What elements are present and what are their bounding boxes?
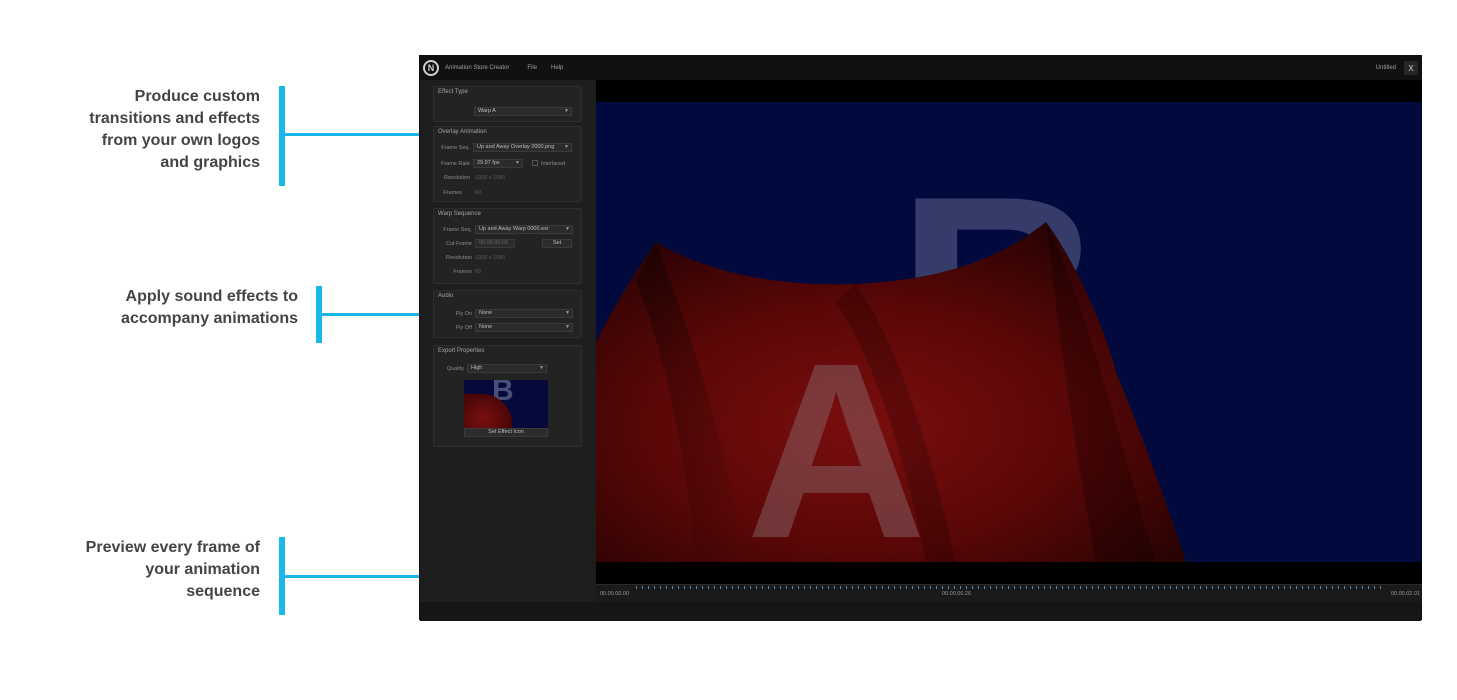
- frames-value: 60: [475, 190, 482, 196]
- app-window: N Animation Store Creator File Help Unti…: [419, 55, 1422, 621]
- resolution-value: 1920 x 1080: [475, 255, 506, 261]
- frame-rate-select[interactable]: 29.97 fps ▼: [473, 159, 523, 168]
- cut-frame-input[interactable]: 00.00.00.01: [475, 239, 515, 248]
- cut-frame-label: Cut Frame: [446, 241, 472, 247]
- frame-seq-label: Frame Seq.: [441, 145, 470, 151]
- panel-title: Warp Sequence: [438, 211, 481, 217]
- chevron-down-icon: ▼: [564, 144, 569, 150]
- effect-icon-thumbnail: B: [464, 380, 548, 428]
- properties-sidebar: Effect Type Warp A ▼ Overlay Animation F…: [420, 80, 595, 602]
- cloth-graphic: [596, 222, 1186, 562]
- callout-bar: [279, 86, 285, 186]
- timeline-ticks: [636, 586, 1382, 589]
- fly-on-label: Fly On: [455, 311, 472, 317]
- effect-type-select[interactable]: Warp A ▼: [474, 107, 572, 116]
- panel-title: Effect Type: [438, 89, 468, 95]
- frames-label: Frames: [453, 269, 472, 275]
- panel-title: Overlay Animation: [438, 129, 487, 135]
- callout-sound-effects: Apply sound effects to accompany animati…: [121, 288, 298, 327]
- app-logo-icon: N: [423, 60, 439, 76]
- fly-on-select[interactable]: None ▼: [475, 309, 573, 318]
- set-cut-frame-button[interactable]: Set: [542, 239, 572, 248]
- app-title: Animation Store Creator: [445, 65, 510, 71]
- interlaced-checkbox[interactable]: [532, 160, 538, 166]
- title-bar: N Animation Store Creator File Help Unti…: [420, 56, 1421, 80]
- resolution-label: Resolution: [444, 175, 470, 181]
- document-title: Untitled: [1375, 65, 1396, 71]
- effect-type-panel: Effect Type Warp A ▼: [433, 86, 582, 122]
- overlay-frame-seq-select[interactable]: Up and Away Overlay 0000.png ▼: [473, 143, 572, 152]
- warp-sequence-panel: Warp Sequence Frame Seq. Up and Away War…: [433, 208, 582, 284]
- frames-value: 60: [475, 269, 482, 275]
- warp-frame-seq-select[interactable]: Up and Away Warp 0000.exr ▼: [475, 225, 573, 234]
- overlay-animation-panel: Overlay Animation Frame Seq. Up and Away…: [433, 126, 582, 202]
- timeline-start-time: 00.00.00.00: [600, 591, 630, 597]
- chevron-down-icon: ▼: [515, 160, 520, 166]
- quality-select[interactable]: High ▼: [467, 364, 547, 373]
- timeline-end-time: 00.00.02.01: [1390, 591, 1420, 597]
- quality-label: Quality: [446, 366, 464, 372]
- close-button[interactable]: X: [1404, 61, 1418, 75]
- chevron-down-icon: ▼: [564, 108, 569, 114]
- fly-off-select[interactable]: None ▼: [475, 323, 573, 332]
- set-effect-icon-button[interactable]: Set Effect Icon: [464, 428, 548, 437]
- fly-off-label: Fly Off: [455, 325, 472, 331]
- export-properties-panel: Export Properties Quality High ▼ B Set E…: [433, 345, 582, 447]
- preview-letter-a: A: [746, 311, 927, 562]
- chevron-down-icon: ▼: [565, 324, 570, 330]
- timeline-scrubber[interactable]: 00.00.00.00 00.00.00.26 00.00.02.01: [596, 584, 1422, 602]
- panel-title: Audio: [438, 293, 454, 299]
- timeline-current-time: 00.00.00.26: [942, 591, 972, 597]
- frames-label: Frames: [443, 190, 462, 196]
- frame-seq-label: Frame Seq.: [443, 227, 472, 233]
- chevron-down-icon: ▼: [565, 310, 570, 316]
- interlaced-label: Interlaced: [541, 161, 566, 167]
- preview-viewport: B A: [596, 102, 1422, 562]
- panel-title: Export Properties: [438, 348, 485, 354]
- chevron-down-icon: ▼: [539, 365, 544, 371]
- chevron-down-icon: ▼: [565, 226, 570, 232]
- audio-panel: Audio Fly On None ▼ Fly Off None ▼: [433, 290, 582, 338]
- callout-custom-transitions: Produce custom transitions and effects f…: [89, 88, 260, 171]
- callout-preview-frames: Preview every frame of your animation se…: [85, 539, 260, 600]
- resolution-label: Resolution: [446, 255, 472, 261]
- frame-rate-label: Frame Rate: [440, 161, 470, 167]
- menu-file[interactable]: File: [527, 65, 537, 71]
- status-bar: [420, 602, 1421, 621]
- viewport-letterbox-top: [596, 80, 1422, 102]
- viewport-letterbox-bottom: [596, 562, 1422, 584]
- resolution-value: 1920 x 1080: [475, 175, 506, 181]
- menu-help[interactable]: Help: [551, 65, 563, 71]
